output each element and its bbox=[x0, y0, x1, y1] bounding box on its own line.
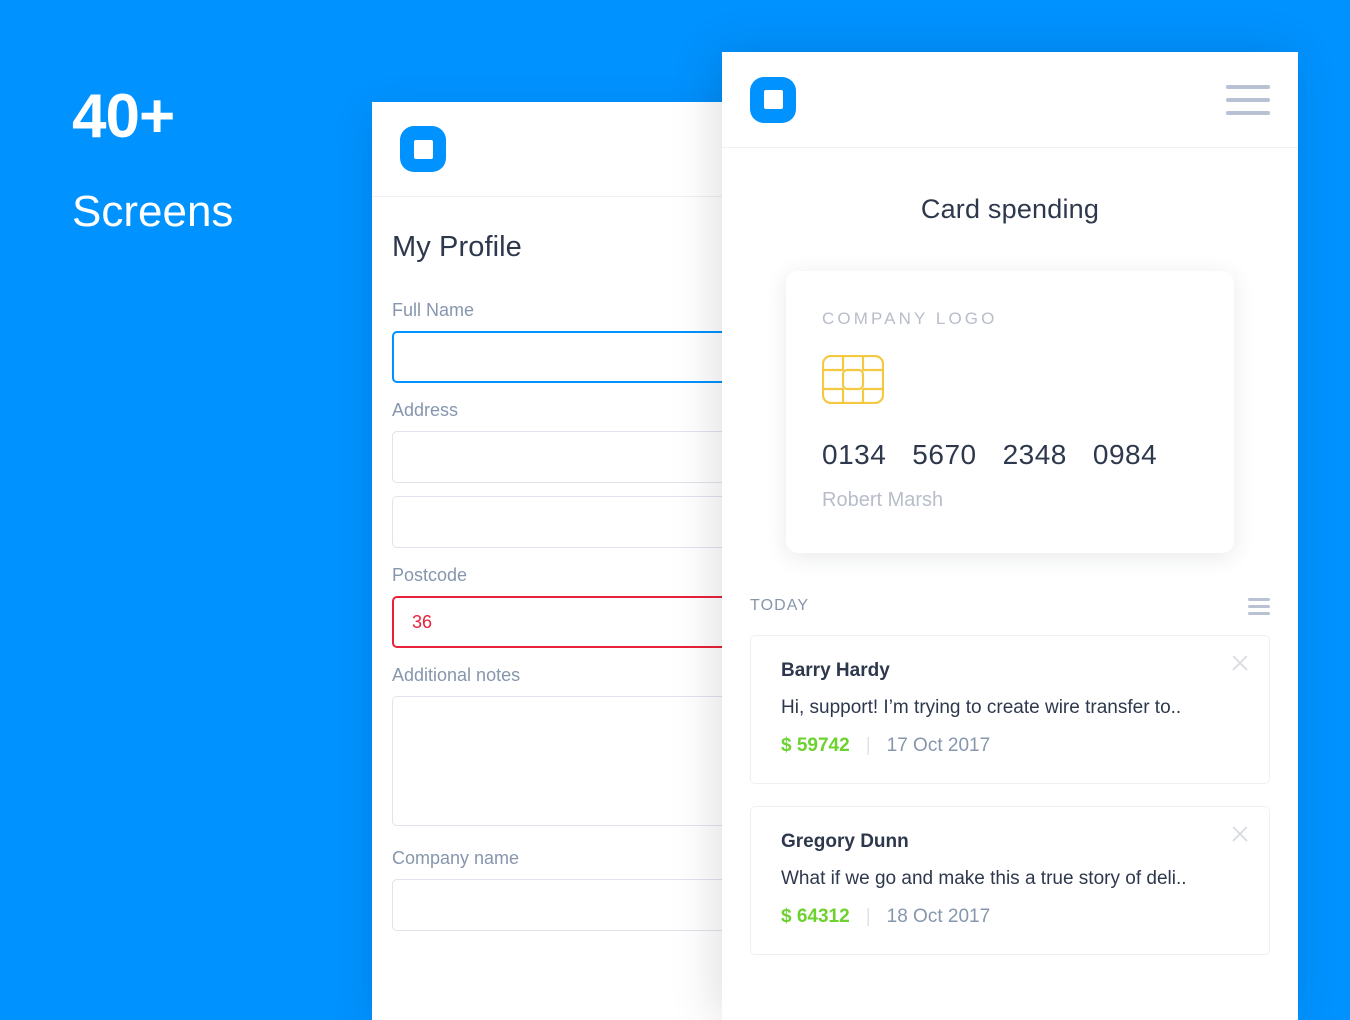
card-holder-name: Robert Marsh bbox=[822, 489, 944, 511]
transaction-item[interactable]: Barry Hardy Hi, support! I’m trying to c… bbox=[750, 635, 1270, 784]
hamburger-menu-icon[interactable] bbox=[1226, 84, 1270, 115]
credit-card[interactable]: COMPANY LOGO 0134 5670 2348 0984 Robert Mar… bbox=[786, 271, 1234, 553]
filter-bar bbox=[1248, 597, 1270, 601]
app-logo-inner-square bbox=[413, 139, 433, 159]
transaction-name: Gregory Dunn bbox=[781, 831, 909, 852]
app-logo-square-icon[interactable] bbox=[750, 76, 796, 123]
filter-bar bbox=[1248, 604, 1270, 608]
transactions-section: TODAY Barry Hardy Hi, support! I’m tryin… bbox=[722, 553, 1298, 955]
card-number-group: 2348 bbox=[1002, 439, 1067, 470]
promo-screen-count: 40+ bbox=[72, 82, 175, 151]
card-number-group: 0984 bbox=[1092, 439, 1158, 470]
close-x-icon[interactable] bbox=[1227, 821, 1253, 847]
hamburger-bar bbox=[1226, 84, 1270, 89]
transaction-amount: $ 64312 bbox=[781, 906, 850, 927]
spending-appbar bbox=[722, 52, 1298, 148]
promo-block: 40+ Screens bbox=[72, 86, 233, 234]
close-x-icon[interactable] bbox=[1227, 650, 1253, 676]
transactions-header: TODAY bbox=[750, 597, 1270, 615]
promo-screen-label: Screens bbox=[72, 187, 234, 236]
filter-bar bbox=[1248, 611, 1270, 615]
transaction-item[interactable]: Gregory Dunn What if we go and make this… bbox=[750, 806, 1270, 955]
transaction-separator: | bbox=[865, 735, 871, 756]
transaction-date: 18 Oct 2017 bbox=[886, 906, 991, 927]
transaction-amount: $ 59742 bbox=[781, 735, 850, 756]
transaction-separator: | bbox=[865, 906, 871, 927]
emv-chip-icon bbox=[821, 354, 1198, 409]
hamburger-bar bbox=[1226, 97, 1270, 102]
card-number-group: 5670 bbox=[912, 439, 977, 470]
app-logo-inner-square bbox=[763, 90, 783, 109]
filter-list-icon[interactable] bbox=[1248, 597, 1270, 615]
app-logo-square-icon[interactable] bbox=[400, 126, 446, 172]
transaction-message: Hi, support! I’m trying to create wire t… bbox=[781, 697, 1182, 718]
transaction-date: 17 Oct 2017 bbox=[886, 735, 991, 756]
transactions-section-label: TODAY bbox=[750, 597, 810, 614]
hamburger-bar bbox=[1226, 110, 1270, 115]
transaction-message: What if we go and make this a true story… bbox=[781, 868, 1187, 889]
transaction-meta: $ 59742 | 17 Oct 2017 bbox=[781, 735, 1243, 757]
card-spending-screen: Card spending COMPANY LOGO 0134 5670 2348 0… bbox=[722, 52, 1298, 1020]
card-number: 0134 5670 2348 0984 bbox=[822, 439, 1198, 471]
page-title: Card spending bbox=[920, 194, 1100, 224]
transaction-meta: $ 64312 | 18 Oct 2017 bbox=[781, 906, 1243, 928]
transaction-name: Barry Hardy bbox=[781, 660, 890, 681]
card-number-group: 0134 bbox=[822, 439, 887, 470]
card-company-label: COMPANY LOGO bbox=[822, 309, 998, 328]
